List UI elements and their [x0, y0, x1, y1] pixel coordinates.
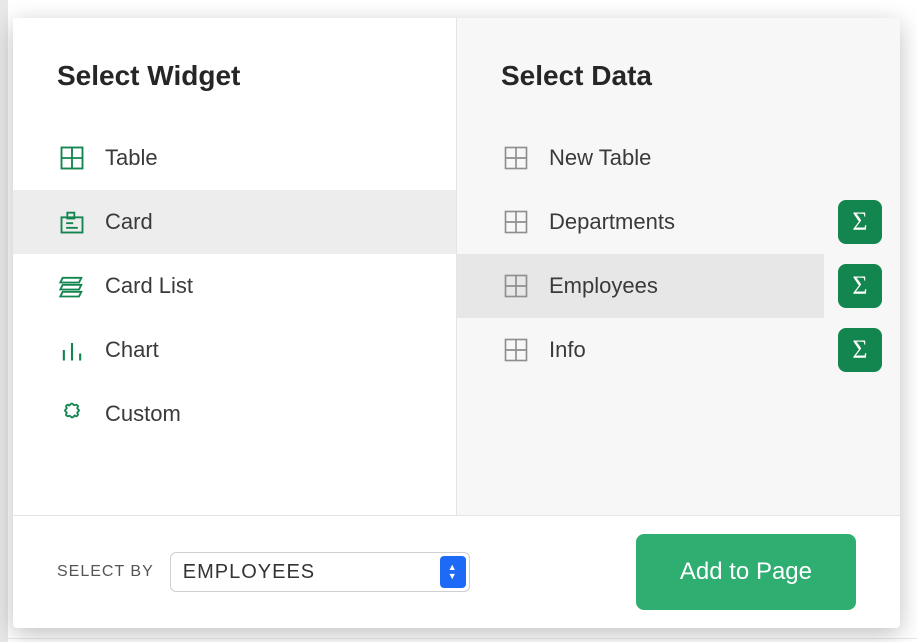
widget-item-label: Chart: [105, 337, 159, 363]
data-item-employees[interactable]: Employees: [457, 254, 824, 318]
widget-item-label: Custom: [105, 401, 181, 427]
data-item-info[interactable]: Info: [457, 318, 824, 382]
dialog-panels: Select Widget Table: [13, 18, 900, 516]
data-row-wrap: Employees Σ: [457, 254, 900, 318]
select-by-group: SELECT BY EMPLOYEES ▲▼: [57, 552, 470, 592]
select-data-panel: Select Data New Table: [457, 18, 900, 515]
cardlist-icon: [57, 271, 87, 301]
data-item-departments[interactable]: Departments: [457, 190, 824, 254]
data-item-label: New Table: [549, 145, 651, 171]
table-grid-icon: [501, 271, 531, 301]
widget-picker-dialog: Select Widget Table: [13, 18, 900, 628]
data-item-label: Departments: [549, 209, 675, 235]
dropdown-arrows-icon: ▲▼: [440, 556, 466, 588]
data-row-wrap: Info Σ: [457, 318, 900, 382]
chart-icon: [57, 335, 87, 365]
sigma-icon[interactable]: Σ: [838, 264, 882, 308]
table-grid-icon: [501, 207, 531, 237]
select-widget-title: Select Widget: [13, 18, 456, 120]
table-icon: [57, 143, 87, 173]
dialog-footer: SELECT BY EMPLOYEES ▲▼ Add to Page: [13, 516, 900, 628]
select-widget-panel: Select Widget Table: [13, 18, 457, 515]
table-grid-icon: [501, 335, 531, 365]
data-row-wrap: Departments Σ: [457, 190, 900, 254]
data-list: New Table Departments: [457, 120, 900, 382]
select-data-title: Select Data: [457, 18, 900, 120]
sigma-icon[interactable]: Σ: [838, 328, 882, 372]
table-grid-icon: [501, 143, 531, 173]
card-icon: [57, 207, 87, 237]
select-by-dropdown[interactable]: EMPLOYEES ▲▼: [170, 552, 470, 592]
widget-list: Table Card: [13, 120, 456, 446]
add-to-page-button[interactable]: Add to Page: [636, 534, 856, 610]
select-by-label: SELECT BY: [57, 563, 154, 581]
data-row-wrap: New Table: [457, 126, 900, 190]
sigma-icon[interactable]: Σ: [838, 200, 882, 244]
widget-item-card[interactable]: Card: [13, 190, 456, 254]
data-item-new-table[interactable]: New Table: [457, 126, 882, 190]
widget-item-table[interactable]: Table: [13, 126, 456, 190]
custom-icon: [57, 399, 87, 429]
widget-item-chart[interactable]: Chart: [13, 318, 456, 382]
data-item-label: Employees: [549, 273, 658, 299]
widget-item-label: Card: [105, 209, 153, 235]
widget-item-cardlist[interactable]: Card List: [13, 254, 456, 318]
widget-item-custom[interactable]: Custom: [13, 382, 456, 446]
widget-item-label: Table: [105, 145, 158, 171]
widget-item-label: Card List: [105, 273, 193, 299]
select-by-value: EMPLOYEES: [183, 561, 315, 584]
data-item-label: Info: [549, 337, 586, 363]
